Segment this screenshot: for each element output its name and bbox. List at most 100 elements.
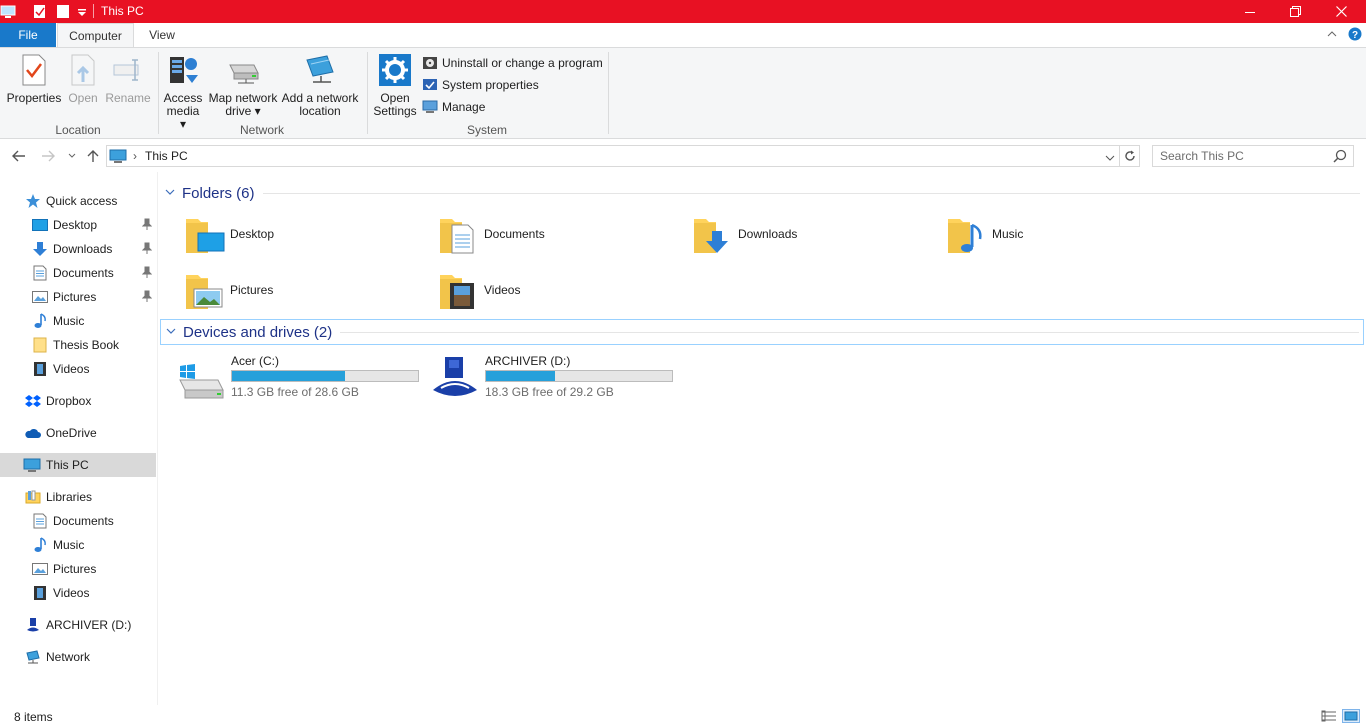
search-icon[interactable] <box>1333 149 1347 166</box>
group-label-location: Location <box>55 123 101 137</box>
sidebar-item-pictures[interactable]: Pictures <box>0 285 156 309</box>
forward-arrow-icon[interactable] <box>40 148 56 164</box>
up-arrow-icon[interactable] <box>85 148 101 164</box>
refresh-button[interactable] <box>1119 145 1140 167</box>
music-folder-icon <box>946 213 988 255</box>
back-arrow-icon[interactable] <box>11 148 27 164</box>
sidebar-item-library-music[interactable]: Music <box>0 533 156 557</box>
folders-section-header[interactable]: Folders (6) <box>160 180 1364 206</box>
help-icon[interactable]: ? <box>1348 27 1362 44</box>
large-icons-view-icon[interactable] <box>1342 709 1360 723</box>
breadcrumb-this-pc[interactable]: This PC <box>145 149 188 163</box>
drives-section-header[interactable]: Devices and drives (2) <box>160 319 1364 345</box>
sidebar-item-dropbox[interactable]: Dropbox <box>0 389 156 413</box>
star-icon <box>25 193 41 209</box>
group-separator <box>367 52 368 134</box>
tab-computer[interactable]: Computer <box>57 23 134 48</box>
sidebar-item-libraries[interactable]: Libraries <box>0 485 156 509</box>
details-view-icon[interactable] <box>1320 709 1338 723</box>
sidebar-item-onedrive[interactable]: OneDrive <box>0 421 156 445</box>
sidebar-item-library-documents[interactable]: Documents <box>0 509 156 533</box>
drive-usage-bar <box>485 370 673 382</box>
archiver-drive-icon <box>431 357 479 400</box>
customize-toolbar-dropdown-icon[interactable] <box>74 3 90 20</box>
computer-icon <box>109 149 127 163</box>
open-icon <box>66 52 100 88</box>
collapse-chevron-icon[interactable] <box>165 187 179 199</box>
minimize-button[interactable] <box>1227 0 1273 23</box>
folder-music[interactable]: Music <box>946 210 1023 258</box>
pin-icon[interactable] <box>141 266 153 281</box>
music-note-icon <box>32 313 48 329</box>
add-network-location-button[interactable]: Add a network location <box>280 52 360 118</box>
address-dropdown-chevron-icon[interactable] <box>1105 151 1115 165</box>
drive-d[interactable]: ARCHIVER (D:) 18.3 GB free of 29.2 GB <box>431 352 681 408</box>
folder-downloads[interactable]: Downloads <box>692 210 797 258</box>
collapse-chevron-icon[interactable] <box>166 326 180 338</box>
close-button[interactable] <box>1318 0 1364 23</box>
document-icon <box>32 513 48 529</box>
desktop-folder-icon <box>184 213 226 255</box>
archiver-drive-icon <box>25 617 41 633</box>
folder-documents[interactable]: Documents <box>438 210 545 258</box>
group-separator <box>158 52 159 134</box>
folder-videos[interactable]: Videos <box>438 266 520 314</box>
uninstall-program-button[interactable]: Uninstall or change a program <box>422 54 603 72</box>
rename-button[interactable]: Rename <box>104 52 152 105</box>
videos-folder-icon <box>438 269 480 311</box>
recent-locations-chevron-icon[interactable] <box>64 148 80 164</box>
search-input[interactable] <box>1153 146 1328 166</box>
properties-button[interactable]: Properties <box>6 52 62 105</box>
system-properties-button[interactable]: System properties <box>422 76 539 94</box>
folder-icon <box>32 337 48 353</box>
libraries-icon <box>25 489 41 505</box>
uninstall-cd-icon <box>422 55 438 71</box>
folder-desktop[interactable]: Desktop <box>184 210 274 258</box>
group-label-system: System <box>466 123 507 137</box>
sidebar-item-thesis-book[interactable]: Thesis Book <box>0 333 156 357</box>
windows-drive-icon <box>177 360 225 400</box>
drive-c[interactable]: Acer (C:) 11.3 GB free of 28.6 GB <box>177 352 427 408</box>
tab-view[interactable]: View <box>138 23 186 47</box>
computer-icon[interactable] <box>0 3 16 20</box>
pin-icon[interactable] <box>141 218 153 233</box>
picture-icon <box>32 289 48 305</box>
address-bar[interactable]: › This PC <box>106 145 1120 167</box>
search-box[interactable] <box>1152 145 1354 167</box>
cloud-icon <box>25 425 41 441</box>
ribbon-tabs: File Computer View ? <box>0 23 1366 48</box>
network-icon <box>25 649 41 665</box>
folder-pictures[interactable]: Pictures <box>184 266 273 314</box>
sidebar-item-downloads[interactable]: Downloads <box>0 237 156 261</box>
restore-button[interactable] <box>1272 0 1318 23</box>
manage-button[interactable]: Manage <box>422 98 485 116</box>
status-bar: 8 items <box>0 705 1366 728</box>
properties-check-icon[interactable] <box>32 3 48 20</box>
sidebar-item-videos[interactable]: Videos <box>0 357 156 381</box>
pane-divider[interactable] <box>157 172 158 705</box>
new-folder-icon[interactable] <box>55 3 71 20</box>
computer-management-icon <box>422 99 438 115</box>
sidebar-item-desktop[interactable]: Desktop <box>0 213 156 237</box>
sidebar-item-library-pictures[interactable]: Pictures <box>0 557 156 581</box>
open-settings-button[interactable]: Open Settings <box>372 52 418 118</box>
sidebar-item-quick-access[interactable]: Quick access <box>0 189 156 213</box>
tab-file[interactable]: File <box>0 23 56 47</box>
sidebar-item-archiver-drive[interactable]: ARCHIVER (D:) <box>0 613 156 637</box>
film-icon <box>32 361 48 377</box>
sidebar-item-this-pc[interactable]: This PC <box>0 453 156 477</box>
download-arrow-icon <box>32 241 48 257</box>
minimize-ribbon-chevron-icon[interactable] <box>1326 28 1338 42</box>
access-media-button[interactable]: Access media ▾ <box>162 52 204 131</box>
pin-icon[interactable] <box>141 242 153 257</box>
drive-usage-fill <box>486 371 556 381</box>
sidebar-item-network[interactable]: Network <box>0 645 156 669</box>
pin-icon[interactable] <box>141 290 153 305</box>
sidebar-item-documents[interactable]: Documents <box>0 261 156 285</box>
map-network-drive-button[interactable]: Map network drive ▾ <box>206 52 280 118</box>
open-button[interactable]: Open <box>64 52 102 105</box>
breadcrumb-separator[interactable]: › <box>133 149 137 163</box>
sidebar-item-library-videos[interactable]: Videos <box>0 581 156 605</box>
sidebar-item-music[interactable]: Music <box>0 309 156 333</box>
rename-icon <box>111 52 145 88</box>
